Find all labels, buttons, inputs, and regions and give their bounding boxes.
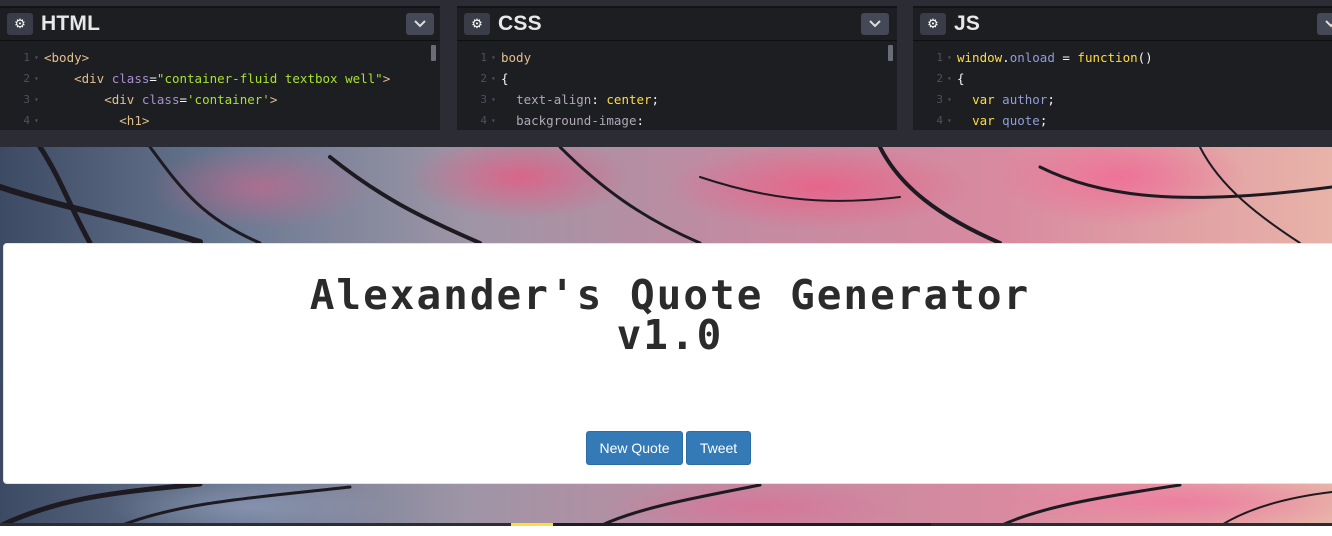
code-line: 1 ▾ body — [457, 47, 897, 68]
code-line: 1 ▾ window.onload = function() — [913, 47, 1332, 68]
css-collapse-button[interactable] — [861, 13, 889, 35]
code-line: 2 ▾ { — [457, 68, 897, 89]
code-line: 1 ▾ <body> — [0, 47, 440, 68]
js-editor-header: ⚙ JS — [913, 8, 1332, 41]
code-text: <h1> — [119, 113, 150, 128]
line-number: 1 — [936, 51, 943, 64]
fold-marker: ▾ — [947, 74, 952, 83]
fold-marker: ▾ — [947, 53, 952, 62]
line-number: 2 — [480, 72, 487, 85]
gear-icon: ⚙ — [471, 16, 483, 32]
line-number: 2 — [23, 72, 30, 85]
code-text: { — [501, 71, 509, 86]
line-number: 1 — [23, 51, 30, 64]
code-text: { — [957, 71, 965, 86]
line-number: 2 — [936, 72, 943, 85]
line-number: 4 — [480, 114, 487, 127]
tweet-button[interactable]: Tweet — [686, 431, 751, 465]
quote-title-line2: v1.0 — [616, 311, 724, 359]
js-settings-button[interactable]: ⚙ — [920, 13, 946, 35]
chevron-down-icon — [414, 20, 426, 28]
html-scrollbar[interactable] — [431, 45, 436, 61]
preview-pane: Alexander's Quote Generator v1.0 New Quo… — [0, 147, 1332, 526]
code-line: 2 ▾ <div class="container-fluid textbox w… — [0, 68, 440, 89]
fold-marker: ▾ — [947, 116, 952, 125]
gear-icon: ⚙ — [14, 16, 26, 32]
code-text: <body> — [44, 50, 90, 65]
fold-marker: ▾ — [491, 74, 496, 83]
fold-marker: ▾ — [34, 116, 39, 125]
code-text: <div class='container'> — [104, 92, 278, 107]
code-text: var quote; — [972, 113, 1048, 128]
code-text: var author; — [972, 92, 1055, 107]
chevron-down-icon — [1325, 20, 1332, 28]
html-editor: ⚙ HTML 1 ▾ <body> 2 ▾ <div class="container-… — [0, 6, 440, 132]
chevron-down-icon — [869, 20, 881, 28]
fold-marker: ▾ — [491, 53, 496, 62]
css-editor-header: ⚙ CSS — [457, 8, 897, 41]
css-editor-title: CSS — [498, 12, 542, 35]
html-editor-header: ⚙ HTML — [0, 8, 440, 41]
code-line: 4 ▾ var quote; — [913, 110, 1332, 131]
code-line: 3 ▾ text-align: center; — [457, 89, 897, 110]
code-line: 4 ▾ <h1> — [0, 110, 440, 131]
editor-resize-handle[interactable] — [0, 130, 1332, 147]
html-editor-title: HTML — [41, 12, 101, 35]
html-collapse-button[interactable] — [406, 13, 434, 35]
code-text: <div class="container-fluid textbox well… — [74, 71, 391, 86]
line-number: 4 — [936, 114, 943, 127]
css-settings-button[interactable]: ⚙ — [464, 13, 490, 35]
code-text: background-image: — [516, 113, 645, 128]
code-text: body — [501, 50, 532, 65]
bottom-strip — [0, 526, 1332, 536]
fold-marker: ▾ — [947, 95, 952, 104]
quote-title: Alexander's Quote Generator v1.0 — [4, 275, 1332, 356]
code-line: 3 ▾ <div class='container'> — [0, 89, 440, 110]
fold-marker: ▾ — [491, 95, 496, 104]
html-settings-button[interactable]: ⚙ — [7, 13, 33, 35]
code-line: 3 ▾ var author; — [913, 89, 1332, 110]
code-line: 2 ▾ { — [913, 68, 1332, 89]
js-code-area[interactable]: 1 ▾ window.onload = function() 2 ▾ {3 ▾ var au… — [913, 41, 1332, 136]
line-number: 3 — [23, 93, 30, 106]
css-editor: ⚙ CSS 1 ▾ body 2 ▾{3 ▾ text-align: center; 4 ▾ … — [457, 6, 897, 132]
new-quote-button[interactable]: New Quote — [586, 431, 683, 465]
code-text: window.onload = function() — [957, 50, 1153, 65]
fold-marker: ▾ — [34, 95, 39, 104]
html-code-area[interactable]: 1 ▾ <body> 2 ▾ <div class="container-fluid t… — [0, 41, 440, 136]
line-number: 4 — [23, 114, 30, 127]
gear-icon: ⚙ — [927, 16, 939, 32]
line-number: 3 — [480, 93, 487, 106]
js-collapse-button[interactable] — [1317, 13, 1332, 35]
fold-marker: ▾ — [34, 53, 39, 62]
quote-card: Alexander's Quote Generator v1.0 New Quo… — [3, 243, 1332, 484]
line-number: 1 — [480, 51, 487, 64]
code-text: text-align: center; — [516, 92, 660, 107]
code-line: 4 ▾ background-image: — [457, 110, 897, 131]
line-number: 3 — [936, 93, 943, 106]
editor-panel-row: ⚙ HTML 1 ▾ <body> 2 ▾ <div class="container-… — [0, 0, 1332, 147]
fold-marker: ▾ — [491, 116, 496, 125]
js-editor: ⚙ JS 1 ▾ window.onload = function() 2 ▾ {3 ▾ v… — [913, 6, 1332, 132]
fold-marker: ▾ — [34, 74, 39, 83]
css-scrollbar[interactable] — [888, 45, 893, 61]
js-editor-title: JS — [954, 12, 981, 35]
css-code-area[interactable]: 1 ▾ body 2 ▾ {3 ▾ text-align: center; 4 ▾ backgr… — [457, 41, 897, 136]
